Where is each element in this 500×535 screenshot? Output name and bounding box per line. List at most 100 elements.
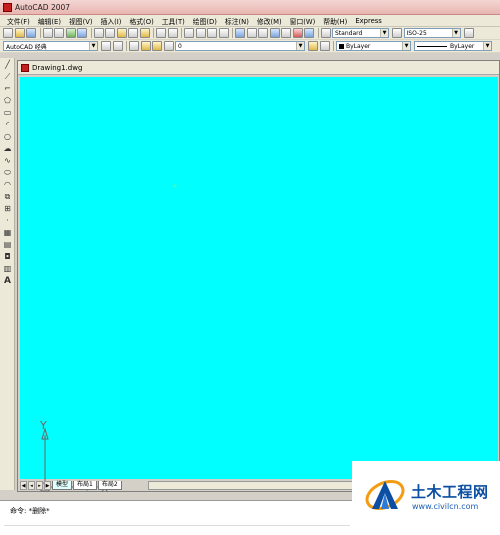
paste-icon[interactable] bbox=[116, 28, 127, 38]
menu-tools[interactable]: 工具(T) bbox=[158, 16, 189, 26]
table-icon[interactable]: ▥ bbox=[2, 263, 13, 274]
match-properties-icon[interactable] bbox=[128, 28, 138, 38]
design-center-icon[interactable] bbox=[246, 28, 257, 38]
menu-edit[interactable]: 编辑(E) bbox=[34, 16, 65, 26]
undo-icon[interactable] bbox=[156, 28, 166, 38]
linetype-value: ByLayer bbox=[450, 42, 475, 50]
redo-icon[interactable] bbox=[167, 28, 178, 38]
construction-line-icon[interactable]: ⟋ bbox=[2, 71, 13, 82]
ucs-y-label: Y bbox=[39, 419, 47, 432]
window-title: AutoCAD 2007 bbox=[15, 2, 71, 12]
horizontal-scrollbar[interactable] bbox=[148, 481, 368, 490]
region-icon[interactable]: ◘ bbox=[2, 251, 13, 262]
copy-icon[interactable] bbox=[105, 28, 115, 38]
linetype-select[interactable]: ByLayer ▼ bbox=[414, 41, 492, 51]
menu-file[interactable]: 文件(F) bbox=[3, 16, 34, 26]
prev-tab-button[interactable]: ◂ bbox=[28, 481, 35, 490]
menu-dimension[interactable]: 标注(N) bbox=[221, 16, 253, 26]
menu-window[interactable]: 窗口(W) bbox=[286, 16, 320, 26]
properties-icon[interactable] bbox=[235, 28, 245, 38]
rectangle-icon[interactable]: ▭ bbox=[2, 107, 13, 118]
layer-freeze-icon[interactable] bbox=[152, 41, 162, 51]
make-block-icon[interactable]: ⊞ bbox=[2, 203, 13, 214]
polygon-icon[interactable]: ⬠ bbox=[2, 95, 13, 106]
tab-layout1[interactable]: 布局1 bbox=[73, 481, 97, 490]
civilcn-logo-icon bbox=[365, 479, 405, 511]
workspace-select[interactable]: AutoCAD 经典 ▼ bbox=[3, 41, 98, 51]
layer-previous-icon[interactable] bbox=[319, 41, 330, 51]
chevron-down-icon: ▼ bbox=[451, 29, 460, 37]
plot-preview-icon[interactable] bbox=[54, 28, 64, 38]
autocad-app-icon bbox=[3, 2, 12, 12]
workspace-settings-icon[interactable] bbox=[101, 41, 111, 51]
linetype-sample bbox=[417, 45, 447, 47]
save-icon[interactable] bbox=[26, 28, 36, 38]
menu-bar: 文件(F) 编辑(E) 视图(V) 插入(I) 格式(O) 工具(T) 绘图(D… bbox=[0, 15, 500, 27]
dim-style-icon bbox=[392, 28, 402, 38]
menu-modify[interactable]: 修改(M) bbox=[253, 16, 286, 26]
tab-layout2[interactable]: 布局2 bbox=[97, 481, 122, 490]
print-icon[interactable] bbox=[42, 28, 53, 38]
make-layer-current-icon[interactable] bbox=[308, 41, 318, 51]
layer-on-icon[interactable] bbox=[140, 41, 151, 51]
color-value: ByLayer bbox=[346, 42, 371, 50]
crosshair-cursor-icon bbox=[173, 184, 177, 188]
revision-cloud-icon[interactable]: ☁ bbox=[2, 143, 13, 154]
ellipse-icon[interactable]: ⬭ bbox=[2, 167, 13, 178]
menu-insert[interactable]: 插入(I) bbox=[97, 16, 126, 26]
insert-block-icon[interactable]: ⧉ bbox=[2, 191, 13, 202]
command-input[interactable] bbox=[4, 525, 350, 535]
sheet-set-icon[interactable] bbox=[269, 28, 280, 38]
markup-icon[interactable] bbox=[281, 28, 291, 38]
block-editor-icon[interactable] bbox=[139, 28, 150, 38]
quickcalc-icon[interactable] bbox=[292, 28, 303, 38]
gradient-icon[interactable]: ▤ bbox=[2, 239, 13, 250]
command-window[interactable]: 命令: *删除* bbox=[0, 500, 352, 535]
polyline-icon[interactable]: ⌐ bbox=[2, 83, 13, 94]
text-style-select[interactable]: Standard ▼ bbox=[332, 28, 389, 38]
menu-draw[interactable]: 绘图(D) bbox=[189, 16, 221, 26]
line-icon[interactable]: ╱ bbox=[2, 59, 13, 70]
tab-model[interactable]: 模型 bbox=[52, 481, 73, 490]
command-history-text: 命令: *删除* bbox=[10, 507, 50, 515]
new-icon[interactable] bbox=[3, 28, 13, 38]
last-tab-button[interactable]: ▶ bbox=[44, 481, 51, 490]
layer-manager-icon[interactable] bbox=[129, 41, 139, 51]
menu-express[interactable]: Express bbox=[351, 17, 386, 25]
help-icon[interactable] bbox=[304, 28, 314, 38]
separator bbox=[39, 28, 41, 38]
watermark-logo: 土木工程网 www.civilcn.com bbox=[352, 461, 500, 535]
publish-icon[interactable] bbox=[65, 28, 76, 38]
first-tab-button[interactable]: ◀ bbox=[20, 481, 27, 490]
menu-view[interactable]: 视图(V) bbox=[65, 16, 97, 26]
title-bar: AutoCAD 2007 bbox=[0, 0, 500, 15]
pan-icon[interactable] bbox=[184, 28, 194, 38]
layout-tabs: ◀ ◂ ▸ ▶ 模型 布局1 布局2 bbox=[20, 480, 123, 491]
chevron-down-icon: ▼ bbox=[402, 42, 410, 50]
point-icon[interactable]: · bbox=[2, 215, 13, 226]
color-select[interactable]: ByLayer ▼ bbox=[336, 41, 411, 51]
open-icon[interactable] bbox=[14, 28, 25, 38]
save-workspace-icon[interactable] bbox=[112, 41, 123, 51]
spline-icon[interactable]: ∿ bbox=[2, 155, 13, 166]
color-swatch bbox=[339, 43, 344, 49]
zoom-previous-icon[interactable] bbox=[218, 28, 229, 38]
circle-icon[interactable]: ○ bbox=[2, 131, 13, 142]
menu-format[interactable]: 格式(O) bbox=[125, 16, 157, 26]
layer-lock-icon[interactable] bbox=[163, 41, 174, 51]
chevron-down-icon: ▼ bbox=[483, 42, 491, 50]
drawing-canvas[interactable]: Y X bbox=[20, 77, 498, 495]
tool-palettes-icon[interactable] bbox=[258, 28, 268, 38]
cut-icon[interactable] bbox=[93, 28, 104, 38]
next-tab-button[interactable]: ▸ bbox=[36, 481, 43, 490]
menu-help[interactable]: 帮助(H) bbox=[319, 16, 351, 26]
zoom-realtime-icon[interactable] bbox=[195, 28, 206, 38]
ellipse-arc-icon[interactable]: ◠ bbox=[2, 179, 13, 190]
zoom-window-icon[interactable] bbox=[207, 28, 217, 38]
multiline-text-icon[interactable]: A bbox=[2, 275, 13, 286]
layer-select[interactable]: 0 ▼ bbox=[175, 41, 305, 51]
hatch-icon[interactable]: ▦ bbox=[2, 227, 13, 238]
arc-icon[interactable]: ◜ bbox=[2, 119, 13, 130]
dim-style-select[interactable]: ISO-25 ▼ bbox=[403, 28, 461, 38]
3d-dwf-icon[interactable] bbox=[77, 28, 87, 38]
